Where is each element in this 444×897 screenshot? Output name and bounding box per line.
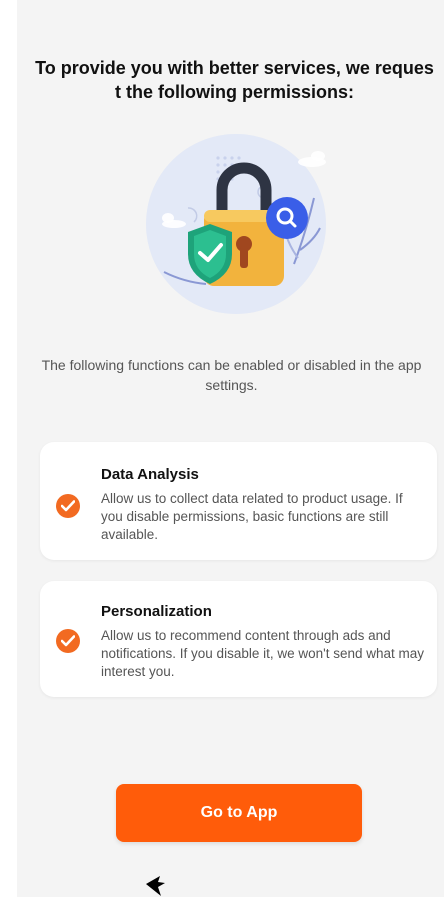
permission-description: Allow us to collect data related to prod…: [101, 491, 403, 542]
permissions-screen: To provide you with better services, we …: [17, 0, 444, 897]
permission-card-data-analysis[interactable]: Data Analysis Allow us to collect data r…: [40, 442, 437, 560]
permission-description: Allow us to recommend content through ad…: [101, 628, 424, 679]
permission-title: Data Analysis: [101, 466, 199, 483]
permission-title: Personalization: [101, 603, 212, 620]
check-circle-icon[interactable]: [56, 629, 80, 653]
permission-illustration: [144, 132, 329, 317]
check-circle-icon[interactable]: [56, 494, 80, 518]
permission-card-personalization[interactable]: Personalization Allow us to recommend co…: [40, 581, 437, 697]
mouse-cursor-icon: [146, 876, 165, 896]
page-title: To provide you with better services, we …: [35, 58, 434, 102]
settings-hint: The following functions can be enabled o…: [41, 357, 422, 393]
go-to-app-button[interactable]: Go to App: [116, 784, 362, 842]
magnifier-icon: [266, 197, 308, 239]
